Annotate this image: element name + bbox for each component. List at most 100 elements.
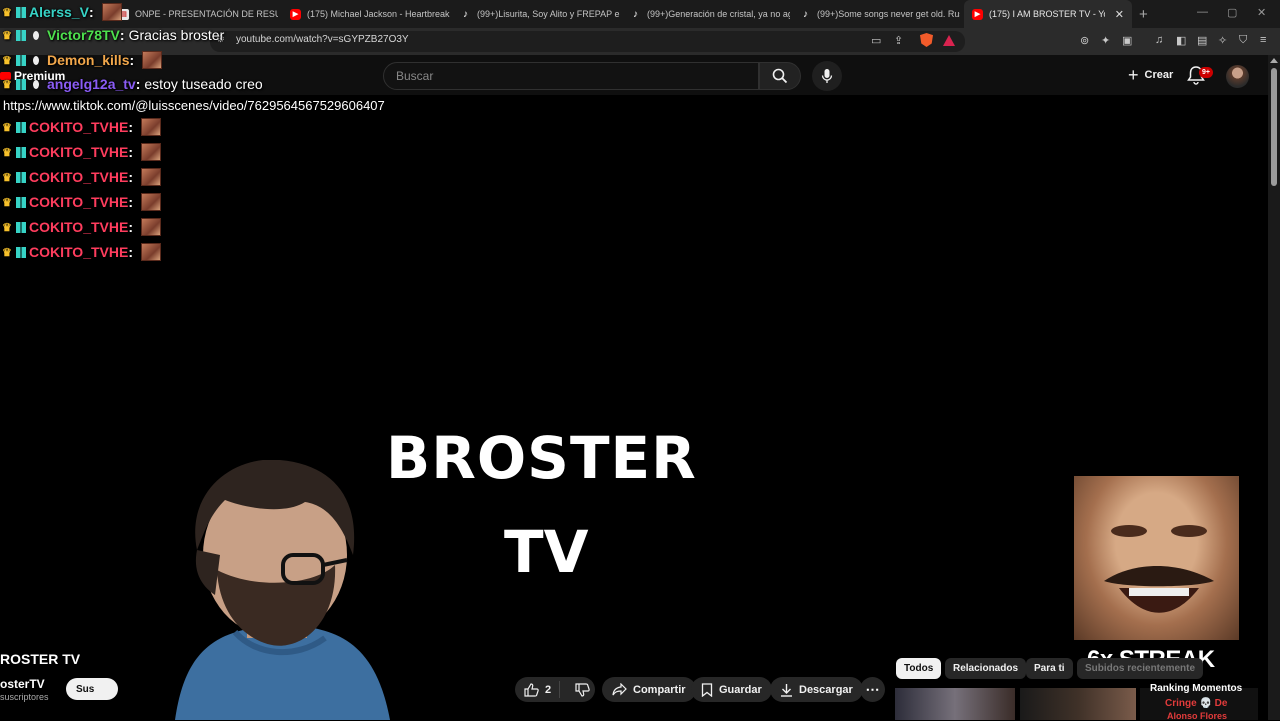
more-horizontal-icon: ⋯	[865, 681, 880, 697]
chat-username[interactable]: COKITO_TVHE	[29, 244, 128, 260]
youtube-icon: ▶	[972, 8, 983, 20]
chip-for-you[interactable]: Para ti	[1026, 658, 1073, 679]
download-button[interactable]: Descargar	[770, 677, 863, 702]
brave-rewards-icon[interactable]	[943, 35, 955, 46]
dislike-button[interactable]	[566, 682, 599, 697]
subscribe-button[interactable]: Sus	[66, 678, 118, 700]
incognito-icon[interactable]: ⊚	[1080, 34, 1089, 47]
chat-separator: :	[128, 144, 133, 160]
chip-recent[interactable]: Subidos recientemente	[1077, 658, 1204, 679]
share-arrow-icon	[612, 683, 627, 696]
cast-icon[interactable]: ▭	[871, 34, 881, 47]
thumbs-up-icon	[524, 682, 539, 697]
subscriber-badge-icon	[16, 171, 26, 183]
window-close-icon[interactable]: ✕	[1257, 6, 1266, 19]
chat-username[interactable]: Victor78TV	[47, 27, 120, 43]
chat-emote-image	[140, 118, 161, 136]
browser-tab-1[interactable]: ▤ ONPE - PRESENTACIÓN DE RESULTA	[110, 0, 278, 28]
search-button[interactable]	[759, 62, 801, 90]
share-button[interactable]: Compartir	[602, 677, 696, 702]
subscriber-badge-icon	[16, 246, 26, 258]
more-actions-button[interactable]: ⋯	[860, 677, 885, 702]
search-icon	[772, 68, 788, 84]
subscriber-count: suscriptores	[0, 692, 49, 702]
chat-separator: :	[128, 244, 133, 260]
chat-separator: :	[128, 169, 133, 185]
sidebar-icon[interactable]: ◧	[1176, 34, 1186, 47]
browser-tab-4[interactable]: ♪ (99+)Generación de cristal, ya no ag	[622, 0, 790, 28]
chat-username[interactable]: COKITO_TVHE	[29, 219, 128, 235]
chat-emote-image	[101, 3, 122, 21]
chat-emote-image	[140, 143, 161, 161]
chat-username[interactable]: angelg12a_tv	[47, 76, 136, 92]
browser-tab-3[interactable]: ♪ (99+)Lisurita, Soy Alito y FREPAP en	[452, 0, 620, 28]
youtube-icon: ▶	[290, 8, 301, 20]
crown-badge-icon: ♛	[2, 196, 12, 209]
chat-message: ♛ COKITO_TVHE:	[2, 218, 161, 236]
subscribe-label: Sus	[76, 683, 95, 695]
chat-emote-image	[142, 51, 163, 69]
chat-username[interactable]: COKITO_TVHE	[29, 144, 128, 160]
subscriber-badge-icon	[16, 221, 26, 233]
reader-icon[interactable]: ▣	[1122, 34, 1132, 47]
crown-badge-icon: ♛	[2, 221, 12, 234]
subscriber-badge-icon	[16, 29, 26, 41]
maximize-icon[interactable]: ▢	[1227, 6, 1237, 19]
voice-search-button[interactable]	[812, 61, 842, 91]
search-placeholder: Buscar	[396, 69, 434, 83]
browser-tab-2[interactable]: ▶ (175) Michael Jackson - Heartbreak	[282, 0, 450, 28]
scrollbar-thumb[interactable]	[1271, 68, 1277, 186]
crown-badge-icon: ♛	[2, 6, 12, 19]
menu-icon[interactable]: ≡	[1260, 34, 1266, 46]
subscriber-badge-icon	[16, 6, 26, 18]
url-text[interactable]: youtube.com/watch?v=sGYPZB27O3Y	[236, 34, 409, 45]
scroll-up-arrow-icon[interactable]	[1270, 58, 1278, 63]
browser-tab-5[interactable]: ♪ (99+)Some songs never get old. Rus	[792, 0, 960, 28]
close-tab-icon[interactable]: ✕	[1115, 8, 1124, 21]
wallet-icon[interactable]: ▤	[1197, 34, 1207, 47]
tab-title: (175) Michael Jackson - Heartbreak	[307, 9, 450, 19]
tab-title: (99+)Generación de cristal, ya no ag	[647, 9, 790, 19]
subscriber-badge-icon	[16, 54, 26, 66]
music-icon[interactable]: ♫	[1155, 34, 1163, 46]
thumbnail-text: Cringe 💀 De	[1165, 698, 1228, 709]
chat-emote-image	[140, 168, 161, 186]
minimize-icon[interactable]: —	[1197, 6, 1208, 18]
user-avatar[interactable]	[1226, 65, 1249, 88]
browser-tab-active[interactable]: ▶ (175) I AM BROSTER TV - YouTu ✕	[964, 0, 1132, 28]
chat-username[interactable]: COKITO_TVHE	[29, 169, 128, 185]
channel-name[interactable]: osterTV	[0, 677, 45, 691]
share-label: Compartir	[633, 683, 686, 696]
search-input[interactable]: Buscar	[383, 62, 759, 90]
related-video-thumbnail[interactable]	[895, 688, 1015, 720]
crown-badge-icon: ♛	[2, 29, 12, 42]
new-tab-icon[interactable]: +	[1139, 6, 1148, 23]
chat-emote-image	[140, 193, 161, 211]
video-title-line-2: TV	[504, 518, 589, 586]
chip-all[interactable]: Todos	[896, 658, 942, 679]
save-button[interactable]: Guardar	[691, 677, 772, 702]
chat-username[interactable]: COKITO_TVHE	[29, 119, 128, 135]
chat-message: ♛ COKITO_TVHE:	[2, 168, 161, 186]
create-button[interactable]: + Crear	[1118, 63, 1183, 87]
tiktok-icon: ♪	[633, 8, 638, 20]
chat-username[interactable]: Demon_kills	[47, 52, 129, 68]
browser-tab-bar: ▤ ONPE - PRESENTACIÓN DE RESULTA ▶ (175)…	[0, 0, 1280, 28]
chat-text: Gracias broster	[128, 27, 225, 43]
chat-separator: :	[135, 76, 141, 92]
like-count: 2	[545, 683, 552, 696]
chat-emote-image	[140, 218, 161, 236]
vpn-icon[interactable]: ⛉	[1239, 34, 1247, 47]
extensions-icon[interactable]: ✦	[1101, 34, 1110, 47]
plus-icon: +	[1128, 65, 1139, 85]
chat-username[interactable]: Alerss_V	[29, 4, 89, 20]
chip-related[interactable]: Relacionados	[945, 658, 1027, 679]
related-video-thumbnail[interactable]	[1020, 688, 1136, 720]
chat-separator: :	[128, 119, 133, 135]
tab-title: (99+)Some songs never get old. Rus	[817, 9, 960, 19]
like-button[interactable]: 2	[515, 681, 561, 698]
leo-ai-icon[interactable]: ✧	[1218, 34, 1227, 47]
share-icon[interactable]: ⇪	[894, 34, 903, 47]
chat-username[interactable]: COKITO_TVHE	[29, 194, 128, 210]
notification-count-badge: 9+	[1199, 67, 1213, 78]
